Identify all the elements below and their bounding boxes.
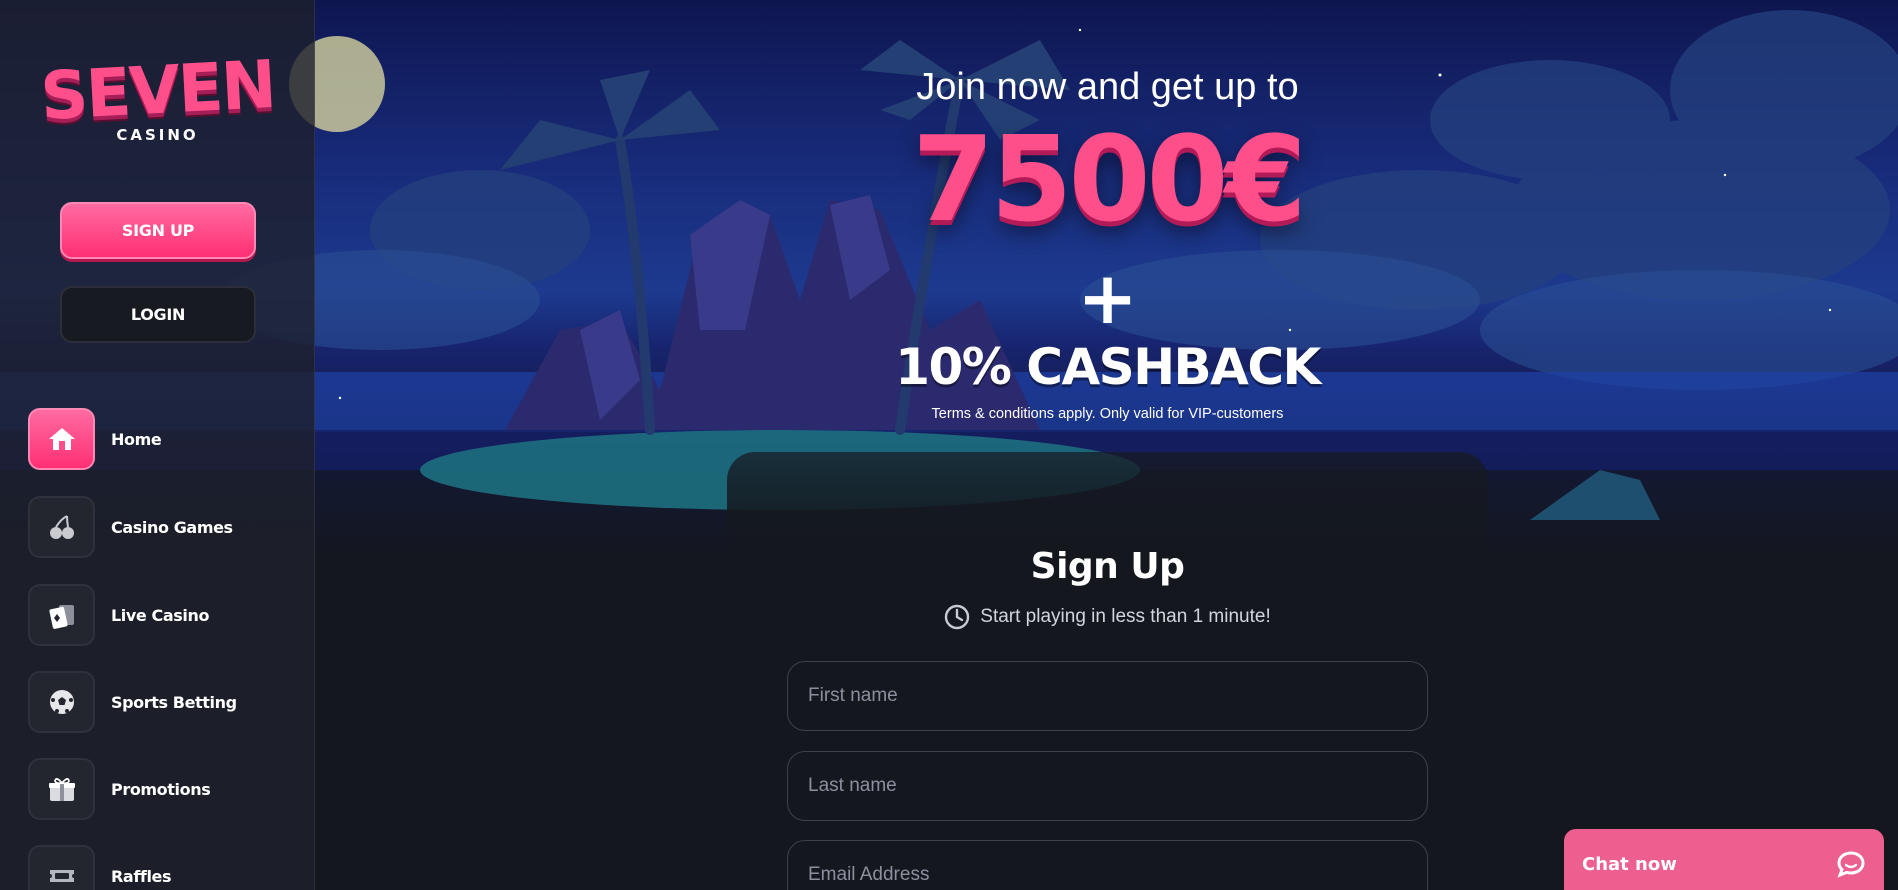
playing-cards-icon (28, 584, 95, 646)
promo-amount: 7500€ (912, 110, 1307, 248)
sign-up-button[interactable]: SIGN UP (60, 202, 256, 259)
home-icon (28, 408, 95, 470)
chat-label: Chat now (1582, 853, 1677, 875)
sidebar: SEVEN CASINO SIGN UP LOGIN Home Casino G… (0, 0, 315, 890)
sidebar-item-label: Promotions (111, 779, 211, 799)
soccer-ball-icon (28, 671, 95, 733)
promo-terms: Terms & conditions apply. Only valid for… (931, 406, 1284, 422)
logo-wordmark: SEVEN (38, 45, 277, 136)
sidebar-item-label: Sports Betting (111, 692, 237, 712)
promo-headline: Join now and get up to (916, 66, 1299, 108)
promo-cashback: 10% CASHBACK (895, 338, 1321, 396)
seven-casino-logo[interactable]: SEVEN CASINO (30, 46, 285, 150)
promo-plus: + (1077, 256, 1138, 340)
sidebar-item-label: Home (111, 429, 162, 449)
sidebar-item-raffles[interactable]: Raffles (28, 844, 298, 890)
sidebar-item-home[interactable]: Home (28, 407, 298, 471)
clock-icon (945, 604, 970, 630)
chat-now-button[interactable]: Chat now (1564, 829, 1884, 890)
gift-icon (28, 758, 95, 820)
sidebar-item-casino-games[interactable]: Casino Games (28, 495, 298, 559)
cherries-icon (28, 496, 95, 558)
sidebar-item-sports-betting[interactable]: Sports Betting (28, 670, 298, 734)
sidebar-item-promotions[interactable]: Promotions (28, 757, 298, 821)
ticket-icon (28, 845, 95, 890)
last-name-field[interactable] (787, 751, 1428, 821)
sidebar-item-live-casino[interactable]: Live Casino (28, 583, 298, 647)
logo-subtitle: CASINO (116, 126, 199, 144)
signup-subtitle-text: Start playing in less than 1 minute! (980, 606, 1271, 627)
sidebar-item-label: Live Casino (111, 605, 210, 625)
sidebar-item-label: Casino Games (111, 517, 233, 537)
chat-bubble-icon (1837, 851, 1865, 878)
email-field[interactable] (787, 840, 1428, 890)
login-button[interactable]: LOGIN (60, 286, 256, 343)
sidebar-item-label: Raffles (111, 866, 172, 886)
first-name-field[interactable] (787, 661, 1428, 731)
signup-subtitle: Start playing in less than 1 minute! (727, 604, 1488, 630)
signup-title: Sign Up (1030, 546, 1185, 587)
